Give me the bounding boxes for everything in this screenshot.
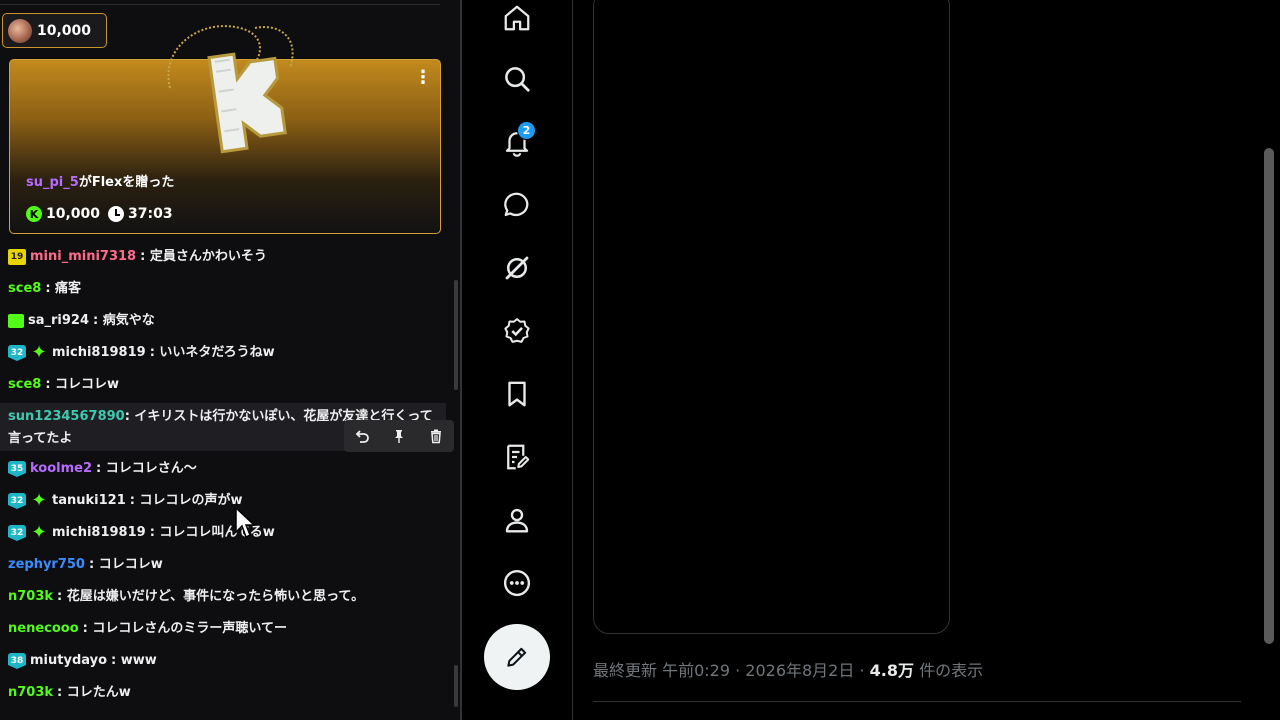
grok-icon[interactable] xyxy=(500,251,534,285)
pin-icon[interactable] xyxy=(387,424,411,448)
chat-text: : コレコレw xyxy=(88,557,163,572)
gift-badge-icon xyxy=(8,314,24,328)
mouse-cursor-icon xyxy=(235,506,256,539)
notification-count-badge: 2 xyxy=(517,121,536,140)
messages-icon[interactable] xyxy=(500,188,534,222)
post-view-label: 件の表示 xyxy=(913,661,984,680)
sub-badge: 19 xyxy=(8,249,26,265)
chat-message[interactable]: sce8 : 痛客 xyxy=(8,279,448,299)
sub-badge: 32 xyxy=(8,345,26,361)
chat-username[interactable]: miutydayo xyxy=(30,651,107,671)
chat-divider xyxy=(0,4,440,5)
chat-scrollbar-lower[interactable] xyxy=(454,665,458,707)
sparkle-badge-icon: ✦ xyxy=(31,522,47,543)
chat-username[interactable]: zephyr750 xyxy=(8,555,85,575)
chat-username[interactable]: mini_mini7318 xyxy=(30,247,136,267)
gift-announcement: su_pi_5がFlexを贈った xyxy=(26,171,174,190)
chat-scrollbar[interactable] xyxy=(454,280,458,390)
chat-text: : 病気やな xyxy=(93,313,155,328)
x-nav-sidebar: 2 xyxy=(462,0,572,720)
gift-amount-item: K 10,000 xyxy=(26,206,100,222)
chat-text: : コレコレさん～ xyxy=(96,461,197,476)
home-icon[interactable] xyxy=(500,1,534,35)
chat-message[interactable]: sce8 : コレコレw xyxy=(8,375,448,395)
profile-icon[interactable] xyxy=(500,503,534,537)
gift-username[interactable]: su_pi_5 xyxy=(26,175,79,190)
chat-text: : 定員さんかわいそう xyxy=(140,249,267,264)
top-gift-amount: 10,000 xyxy=(37,22,92,39)
compose-post-button[interactable] xyxy=(484,624,550,690)
post-divider xyxy=(593,701,1241,702)
chat-username[interactable]: michi819819 xyxy=(52,343,146,363)
gift-timer: 37:03 xyxy=(128,206,173,222)
sparkle-badge-icon: ✦ xyxy=(31,342,47,363)
chat-message[interactable]: 19 mini_mini7318 : 定員さんかわいそう xyxy=(8,247,448,267)
chat-username[interactable]: michi819819 xyxy=(52,523,146,543)
gift-meta: K 10,000 37:03 xyxy=(26,206,173,222)
undo-icon[interactable] xyxy=(350,424,374,448)
chat-text: : www xyxy=(111,653,157,668)
chat-message[interactable]: 32 ✦ michi819819: コレコレ叫んでるw xyxy=(8,523,448,543)
k-pendant-image xyxy=(167,25,294,154)
chat-username[interactable]: n703k xyxy=(8,587,53,607)
sub-badge: 32 xyxy=(8,525,26,541)
chat-message[interactable]: n703k : コレたんw xyxy=(8,683,448,703)
bookmarks-icon[interactable] xyxy=(500,377,534,411)
post-view-count: 4.8万 xyxy=(869,661,914,680)
chat-username[interactable]: sun1234567890 xyxy=(8,409,125,424)
chat-message[interactable]: n703k : 花屋は嫌いだけど、事件になったら怖いと思って。 xyxy=(8,587,448,607)
delete-icon[interactable] xyxy=(424,424,448,448)
more-icon[interactable] xyxy=(500,566,534,600)
chat-username[interactable]: koolme2 xyxy=(30,459,92,479)
clock-icon xyxy=(108,206,125,222)
lists-icon[interactable] xyxy=(500,440,534,474)
chat-text: : いいネタだろうねw xyxy=(149,345,275,360)
gift-amount: 10,000 xyxy=(46,206,101,222)
chat-username[interactable]: sce8 xyxy=(8,375,41,395)
chat-message[interactable]: zephyr750: コレコレw xyxy=(8,555,448,575)
post-media-frame[interactable] xyxy=(593,0,950,634)
chat-message[interactable]: sa_ri924 : 病気やな xyxy=(8,311,448,331)
top-gift-pill[interactable]: 10,000 xyxy=(2,13,107,48)
chat-message[interactable]: 35 koolme2 : コレコレさん～ xyxy=(8,459,448,479)
sub-badge: 32 xyxy=(8,493,26,509)
chat-message[interactable]: nenecooo: コレコレさんのミラー声聴いてー xyxy=(8,619,448,639)
sidebar-border xyxy=(572,0,573,720)
gift-timer-item: 37:03 xyxy=(108,206,173,222)
chat-text: : 痛客 xyxy=(45,281,82,296)
chat-text: : コレコレw xyxy=(45,377,120,392)
chat-username[interactable]: n703k xyxy=(8,683,53,703)
chat-username[interactable]: sa_ri924 xyxy=(28,311,89,331)
search-icon[interactable] xyxy=(500,62,534,96)
chat-panel: 10,000 ⋮ su_pi_5がFlexを贈った K 10,000 37:03… xyxy=(0,0,460,720)
post-timestamp[interactable]: 最終更新 午前0:29 · 2026年8月2日 · xyxy=(593,661,870,680)
message-mod-toolbar xyxy=(344,420,454,452)
card-menu-icon[interactable]: ⋮ xyxy=(414,69,432,88)
compose-icon xyxy=(507,647,527,667)
verified-icon[interactable] xyxy=(500,314,534,348)
chat-message[interactable]: 32 ✦ tanuki121: コレコレの声がw xyxy=(8,491,448,511)
sub-badge: 35 xyxy=(8,461,26,477)
gift-text: がFlexを贈った xyxy=(78,175,175,190)
chat-text: : コレコレ叫んでるw xyxy=(149,525,275,540)
chat-username[interactable]: sce8 xyxy=(8,279,41,299)
chat-message[interactable]: 32 ✦ michi819819: いいネタだろうねw xyxy=(8,343,448,363)
chat-text: : コレたんw xyxy=(57,685,131,700)
sparkle-badge-icon: ✦ xyxy=(31,490,47,511)
kick-coin-icon: K xyxy=(26,206,42,222)
gifter-avatar xyxy=(8,18,32,43)
chat-text: : コレコレさんのミラー声聴いてー xyxy=(82,621,287,636)
chat-text: : 花屋は嫌いだけど、事件になったら怖いと思って。 xyxy=(57,589,365,604)
post-metadata: 最終更新 午前0:29 · 2026年8月2日 · 4.8万 件の表示 xyxy=(593,657,983,681)
chat-text: : コレコレの声がw xyxy=(129,493,243,508)
chat-message[interactable]: 38 miutydayo : www xyxy=(8,651,448,671)
chat-username[interactable]: nenecooo xyxy=(8,619,79,639)
chat-username[interactable]: tanuki121 xyxy=(52,491,126,511)
page-scrollbar-thumb[interactable] xyxy=(1264,148,1274,644)
sub-badge: 38 xyxy=(8,653,26,669)
